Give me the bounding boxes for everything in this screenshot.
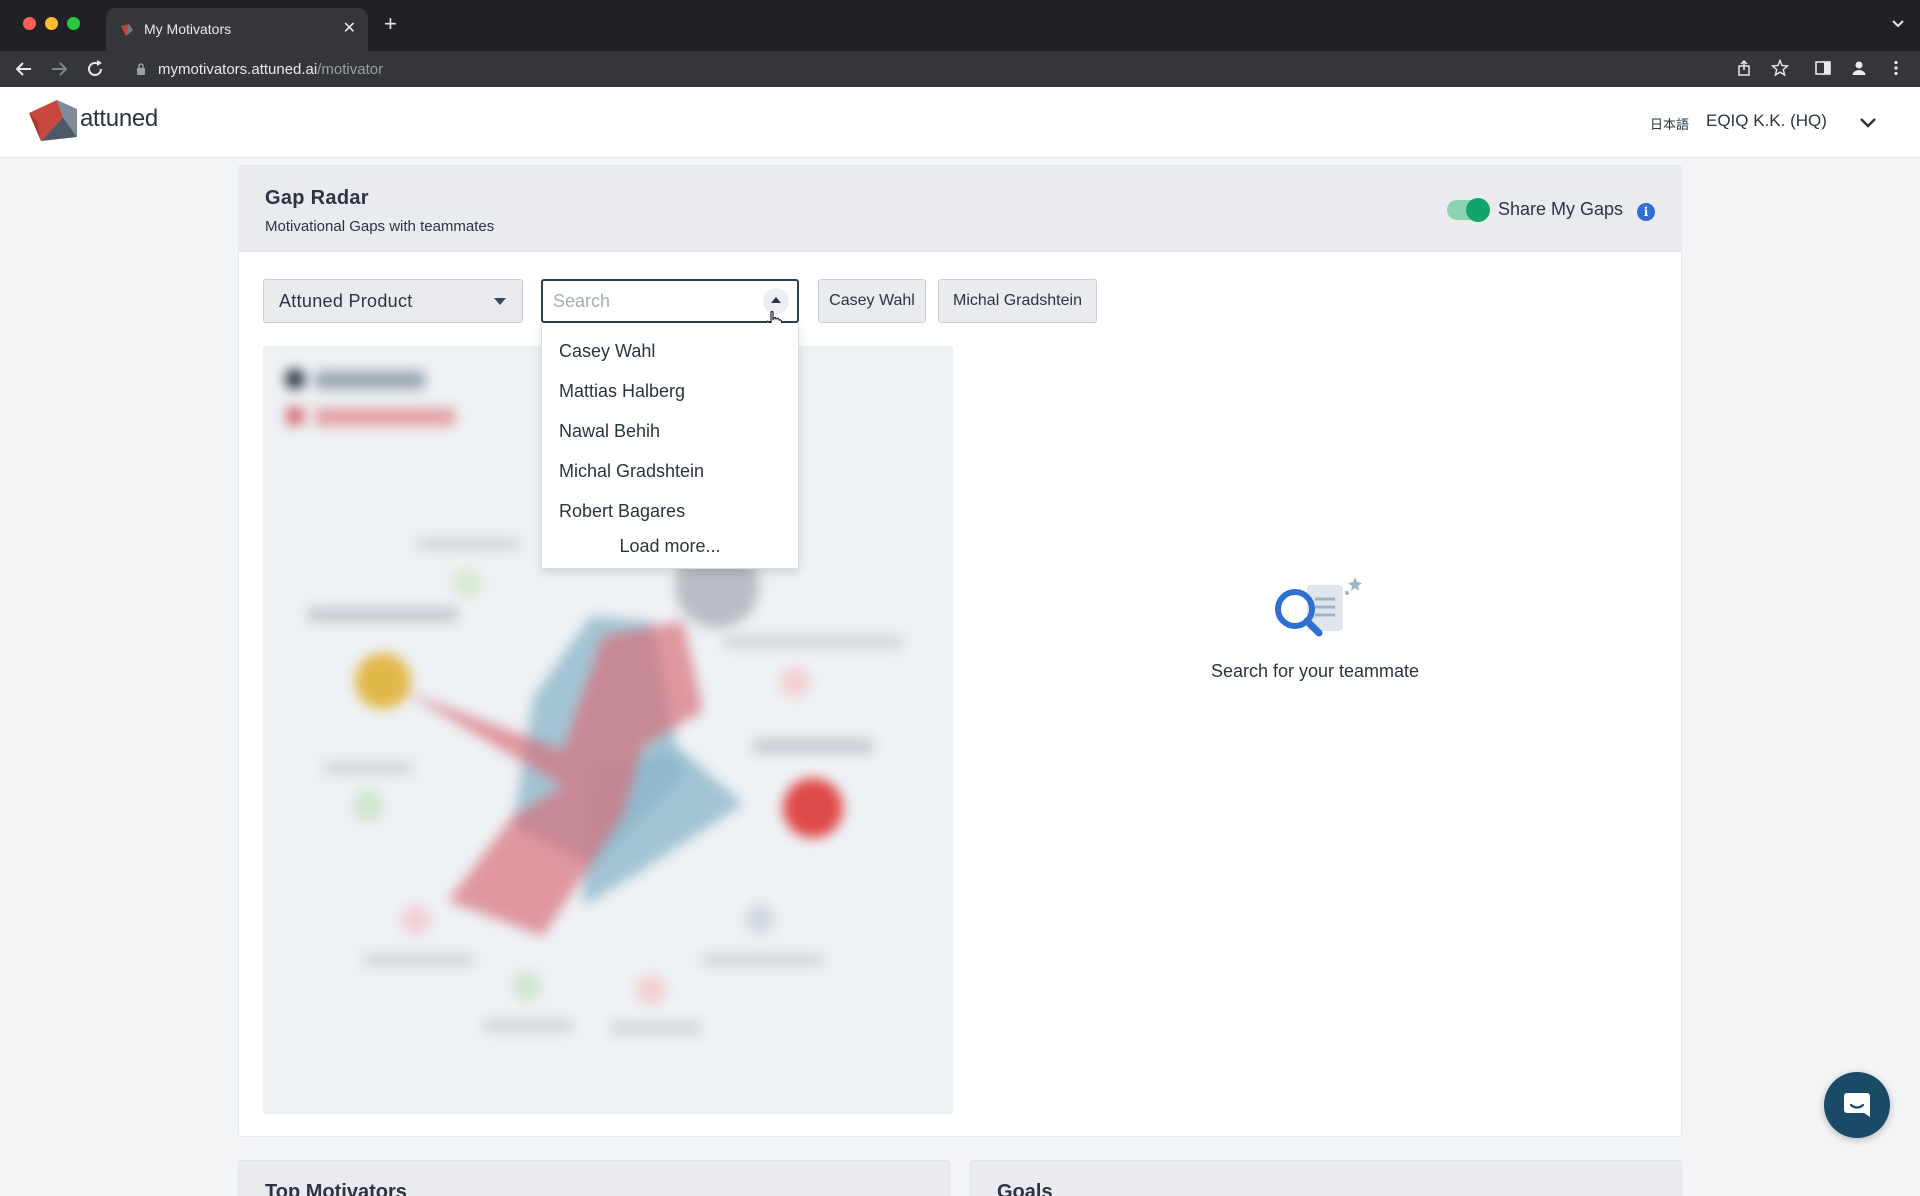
back-arrow-icon[interactable] [13, 58, 35, 80]
profile-icon[interactable] [1850, 59, 1868, 77]
chevron-down-icon[interactable] [1858, 113, 1878, 133]
teammate-dropdown: Casey Wahl Mattias Halberg Nawal Behih M… [541, 323, 799, 569]
app-header: attuned 日本語 EQIQ K.K. (HQ) [0, 87, 1920, 158]
share-my-gaps-toggle[interactable] [1447, 198, 1490, 222]
search-teammate-illustration-icon [1275, 577, 1362, 637]
dropdown-item[interactable]: Mattias Halberg [559, 381, 685, 402]
top-motivators-card: Top Motivators [238, 1160, 950, 1196]
organization-name[interactable]: EQIQ K.K. (HQ) [1706, 111, 1827, 131]
bookmark-star-icon[interactable] [1771, 59, 1789, 77]
lock-icon [137, 63, 145, 75]
load-more-link[interactable]: Load more... [542, 536, 798, 557]
team-select-value: Attuned Product [279, 291, 413, 311]
empty-state-text: Search for your teammate [1210, 661, 1420, 681]
goals-card: Goals [970, 1160, 1682, 1196]
reload-icon[interactable] [84, 58, 106, 80]
browser-menu-icon[interactable] [1887, 59, 1905, 77]
address-bar[interactable]: mymotivators.attuned.ai/motivator [126, 54, 1906, 84]
gap-radar-title: Gap Radar [265, 187, 369, 209]
share-my-gaps-label: Share My Gaps [1498, 199, 1624, 219]
dropdown-item[interactable]: Robert Bagares [559, 501, 685, 522]
teammate-search-input[interactable] [553, 289, 753, 313]
selected-teammate-chip[interactable]: Casey Wahl [818, 279, 926, 323]
chat-bubble-icon [1844, 1093, 1870, 1117]
toggle-knob [1466, 198, 1490, 222]
side-panel-icon[interactable] [1814, 59, 1832, 77]
teammate-search[interactable] [541, 279, 799, 323]
selected-teammate-chip[interactable]: Michal Gradshtein [938, 279, 1097, 323]
attuned-favicon-icon [121, 24, 133, 36]
language-switch[interactable]: 日本語 [1650, 114, 1689, 133]
info-icon[interactable]: i [1637, 203, 1655, 221]
browser-toolbar: mymotivators.attuned.ai/motivator [0, 51, 1920, 87]
window-minimize-button[interactable] [45, 17, 58, 30]
goals-title: Goals [997, 1181, 1053, 1196]
dropdown-item[interactable]: Nawal Behih [559, 421, 660, 442]
new-tab-button[interactable]: + [384, 13, 397, 35]
caret-down-icon [494, 298, 506, 305]
window-maximize-button[interactable] [67, 17, 80, 30]
top-motivators-title: Top Motivators [265, 1181, 407, 1196]
gap-radar-card: Gap Radar Motivational Gaps with teammat… [238, 165, 1682, 1137]
browser-tab[interactable]: My Motivators ✕ [106, 8, 368, 51]
team-select[interactable]: Attuned Product [263, 279, 523, 323]
attuned-logo-icon[interactable] [27, 97, 79, 143]
tab-search-chevron-icon[interactable] [1890, 16, 1906, 32]
share-icon[interactable] [1735, 59, 1753, 77]
logo-text: attuned [80, 105, 158, 132]
chat-launcher-button[interactable] [1824, 1072, 1890, 1138]
dropdown-item[interactable]: Casey Wahl [559, 341, 655, 362]
window-close-button[interactable] [23, 17, 36, 30]
dropdown-item[interactable]: Michal Gradshtein [559, 461, 704, 482]
tab-title: My Motivators [144, 21, 232, 37]
url-text: mymotivators.attuned.ai/motivator [158, 61, 384, 78]
browser-tab-bar: My Motivators ✕ + [0, 0, 1920, 51]
tab-close-icon[interactable]: ✕ [343, 18, 356, 38]
gap-radar-subtitle: Motivational Gaps with teammates [265, 218, 495, 235]
gap-radar-header: Gap Radar Motivational Gaps with teammat… [239, 166, 1681, 252]
forward-arrow-icon[interactable] [48, 58, 70, 80]
